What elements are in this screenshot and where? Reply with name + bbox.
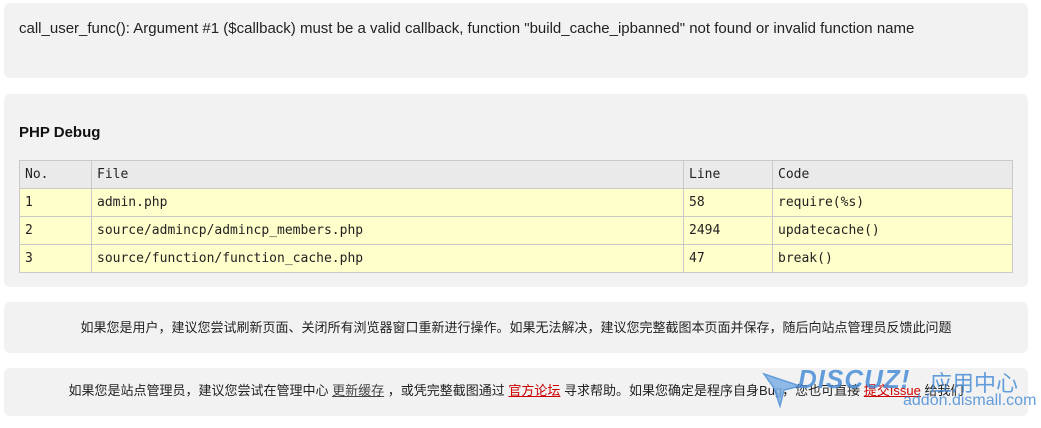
admin-notice-panel: 如果您是站点管理员，建议您尝试在管理中心 更新缓存 ，或凭完整截图通过 官方论坛… (4, 368, 1028, 416)
cell-code: break() (772, 244, 1013, 273)
cell-file: admin.php (91, 188, 684, 217)
cell-file: source/admincp/admincp_members.php (91, 216, 684, 245)
cell-line: 47 (683, 244, 773, 273)
cell-no: 3 (19, 244, 92, 273)
admin-notice-prefix: 如果您是站点管理员，建议您尝试在管理中心 (68, 383, 329, 398)
admin-notice-after-forum: 寻求帮助。如果您确定是程序自身Bug，您也可直接 (564, 383, 861, 398)
debug-trace-table: No. File Line Code 1 admin.php 58 requir… (19, 160, 1013, 273)
cell-no: 2 (19, 216, 92, 245)
cell-code: updatecache() (772, 216, 1013, 245)
table-row: 2 source/admincp/admincp_members.php 249… (19, 216, 1013, 245)
column-header-file: File (91, 160, 684, 189)
cell-line: 58 (683, 188, 773, 217)
column-header-line: Line (683, 160, 773, 189)
update-cache-link[interactable]: 更新缓存 (332, 383, 384, 398)
cell-file: source/function/function_cache.php (91, 244, 684, 273)
admin-notice-middle: ，或凭完整截图通过 (387, 383, 505, 398)
column-header-code: Code (772, 160, 1013, 189)
error-panel: call_user_func(): Argument #1 ($callback… (4, 3, 1028, 78)
cell-line: 2494 (683, 216, 773, 245)
admin-notice-suffix: 给我们 (924, 383, 964, 398)
submit-issue-link[interactable]: 提交Issue (864, 383, 921, 398)
user-notice-text: 如果您是用户，建议您尝试刷新页面、关闭所有浏览器窗口重新进行操作。如果无法解决，… (80, 320, 952, 335)
table-header-row: No. File Line Code (19, 160, 1013, 189)
table-row: 3 source/function/function_cache.php 47 … (19, 244, 1013, 273)
column-header-no: No. (19, 160, 92, 189)
user-notice-panel: 如果您是用户，建议您尝试刷新页面、关闭所有浏览器窗口重新进行操作。如果无法解决，… (4, 302, 1028, 353)
error-message: call_user_func(): Argument #1 ($callback… (19, 20, 915, 37)
cell-no: 1 (19, 188, 92, 217)
official-forum-link[interactable]: 官方论坛 (508, 383, 560, 398)
debug-title: PHP Debug (19, 124, 101, 141)
table-row: 1 admin.php 58 require(%s) (19, 188, 1013, 217)
debug-panel: PHP Debug No. File Line Code 1 admin.php… (4, 94, 1028, 287)
cell-code: require(%s) (772, 188, 1013, 217)
